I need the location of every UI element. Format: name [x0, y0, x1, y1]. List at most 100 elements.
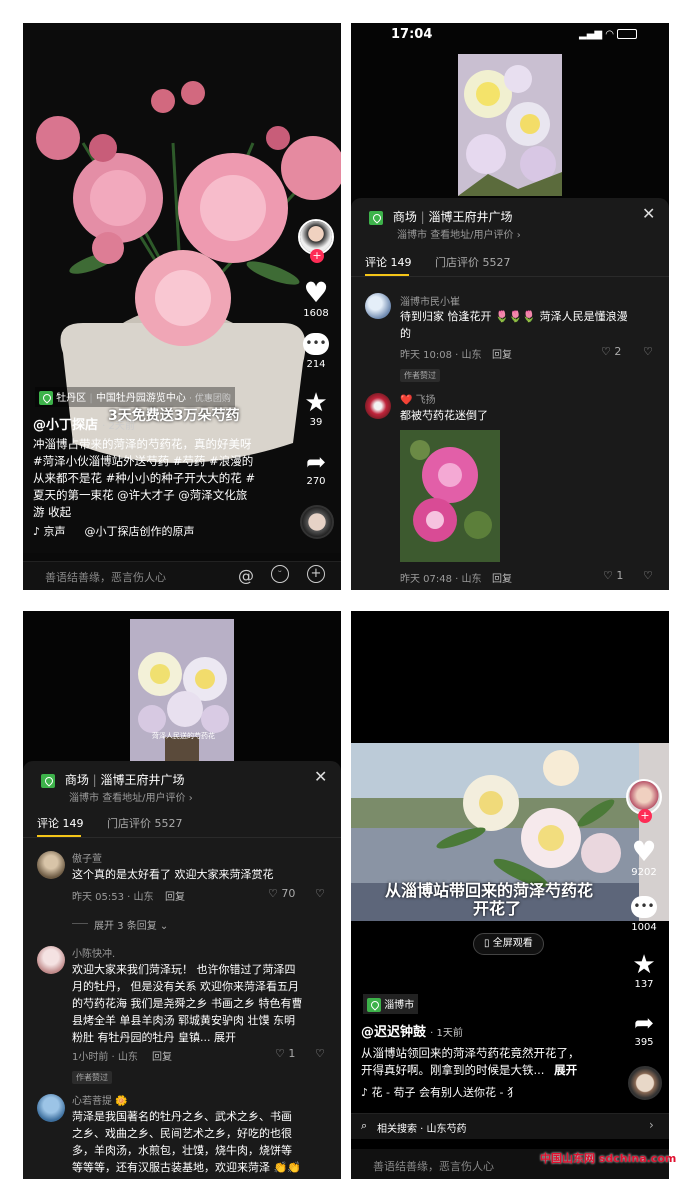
dislike-icon[interactable]: ♡ [315, 887, 325, 900]
tab-store-reviews[interactable]: 门店评价 5527 [435, 254, 511, 270]
close-icon[interactable]: ✕ [314, 767, 327, 786]
like-button[interactable]: ♥ 1608 [296, 276, 336, 320]
share-count: 395 [634, 1037, 654, 1048]
heart-outline-icon: ♡ [275, 1047, 285, 1060]
music-row[interactable]: ♪ 花 - 苟子 会有别人送你花 - 犭 [361, 1084, 518, 1100]
favorite-button[interactable]: ★ 39 [296, 389, 336, 428]
comment-username[interactable]: 心若菩提 🌼 [72, 1092, 128, 1107]
dislike-icon[interactable]: ♡ [643, 569, 653, 582]
shop-link[interactable]: 查看地址/用户评价 › [102, 793, 193, 804]
like-button[interactable]: ♥ 9202 [624, 837, 664, 879]
comment-username[interactable]: 小陈快冲. [72, 945, 115, 960]
shop-sub[interactable]: 淄博市 查看地址/用户评价 › [69, 789, 193, 804]
status-time: 17:04 [391, 27, 433, 42]
comment-button[interactable]: ••• 1004 [624, 896, 664, 933]
share-button[interactable]: ➦ 395 [624, 1009, 664, 1048]
music-row[interactable]: ♪ 京声 @小丁探店创作的原声 [33, 523, 195, 539]
location-pin-icon [41, 773, 55, 788]
comment-avatar[interactable] [37, 946, 65, 974]
video-description-2: 开得真好啊。刚拿到的时候是大铁... 展开 [361, 1063, 578, 1077]
related-search-bar[interactable]: ⌕ 相关搜索 · 山东芍药 › [351, 1113, 669, 1139]
author-liked-badge: 作者赞过 [400, 363, 440, 382]
shop-city: 淄博市 [69, 793, 99, 804]
heart-outline-icon: ♡ [603, 569, 613, 582]
location-row[interactable]: 淄博市 [363, 994, 419, 1014]
close-icon[interactable]: ✕ [642, 204, 655, 223]
follow-plus-icon[interactable]: + [310, 249, 324, 263]
plus-icon[interactable]: + [307, 565, 325, 583]
dislike-icon[interactable]: ♡ [643, 345, 653, 358]
dislike-icon[interactable]: ♡ [315, 1047, 325, 1060]
reply-button[interactable]: 回复 [152, 1048, 172, 1063]
tab-store-reviews[interactable]: 门店评价 5527 [107, 815, 183, 831]
shop-type: 商场 [64, 773, 89, 787]
comment-username[interactable]: 淄博市民小崔 [400, 293, 460, 308]
comment-button[interactable]: ••• 214 [296, 333, 336, 370]
wifi-icon: ◠ [605, 29, 614, 40]
comment-meta: 昨天 07:48 · 山东 [400, 574, 482, 585]
comment-like-button[interactable]: ♡ 70 [268, 887, 295, 900]
fullscreen-button[interactable]: ▯ 全屏观看 [473, 933, 544, 955]
shop-header[interactable]: 商场 | 淄博王府井广场 [369, 208, 513, 225]
star-icon: ★ [304, 388, 328, 418]
battery-icon [617, 29, 638, 39]
share-button[interactable]: ➦ 270 [296, 448, 336, 487]
location-extra: · 优惠团购 [189, 394, 231, 404]
related-search-label[interactable]: 相关搜索 · 山东芍药 [377, 1120, 467, 1135]
at-icon[interactable]: @ [238, 566, 254, 585]
location-pin-icon [369, 210, 383, 225]
comment-text: 都被芍药花迷倒了 [400, 409, 488, 422]
tab-comments[interactable]: 评论 149 [37, 815, 84, 831]
music-note-icon: ♪ [361, 1086, 369, 1099]
music-disc-avatar[interactable] [628, 1066, 662, 1100]
expand-divider [72, 923, 88, 924]
comment-photo[interactable] [400, 430, 500, 562]
comment-input-bar[interactable]: 善语结善缘，恶言伤人心 @ ᵕ + [23, 561, 341, 590]
heart-icon: ♥ [303, 276, 329, 309]
comment-meta: 1小时前 · 山东 [72, 1052, 138, 1063]
comment-avatar[interactable] [365, 393, 391, 419]
comment-like-button[interactable]: ♡ 1 [603, 569, 623, 582]
reply-button[interactable]: 回复 [492, 570, 512, 585]
tab-comments[interactable]: 评论 149 [365, 254, 412, 270]
author-name[interactable]: @小丁探店 [33, 418, 98, 433]
reply-button[interactable]: 回复 [165, 888, 185, 903]
comment-username[interactable]: ❤️ 飞扬 [400, 391, 436, 406]
favorite-button[interactable]: ★ 137 [624, 951, 664, 990]
top-flower-photo[interactable] [458, 54, 562, 196]
expand-replies-button[interactable]: 展开 3 条回复 ⌄ [94, 917, 168, 932]
video-description: 从淄博站领回来的菏泽芍药花竟然开花了， [361, 1046, 580, 1060]
shop-sub[interactable]: 淄博市 查看地址/用户评价 › [397, 226, 521, 241]
comment-text: 这个真的是太好看了 欢迎大家来菏泽赏花 [72, 868, 274, 881]
comment-like-button[interactable]: ♡ 2 [601, 345, 621, 358]
comment-text-line[interactable]: 粉肚 有牡丹园的牡丹 皇镇... 展开 [72, 1029, 303, 1046]
desc-line: 冲淄博占带来的菏泽的芍药花，真的好美呀 [33, 437, 252, 451]
top-flower-photo[interactable]: 菏泽人民送的芍药花 [130, 619, 234, 761]
video-panel-1: 牡丹区 | 中国牡丹园游览中心 · 优惠团购 3天免费送3万朵芍药 @小丁探店 … [23, 23, 341, 590]
shop-header[interactable]: 商场 | 淄博王府井广场 [41, 771, 185, 788]
author-name[interactable]: @迟迟钟鼓 [361, 1025, 426, 1040]
location-pin-icon [39, 391, 53, 405]
comment-count: 214 [306, 359, 326, 370]
comment-username[interactable]: 傲子萱 [72, 850, 102, 865]
comment-input[interactable]: 善语结善缘，恶言伤人心 [45, 569, 166, 585]
comment-input[interactable]: 善语结善缘，恶言伤人心 [373, 1158, 494, 1174]
comment-avatar[interactable] [37, 851, 65, 879]
comment-meta: 昨天 05:53 · 山东 [72, 892, 154, 903]
video-panel-4: 从淄博站带回来的菏泽芍药花 开花了 ▯ 全屏观看 淄博市 @迟迟钟鼓 · 1天前… [351, 611, 669, 1179]
reply-button[interactable]: 回复 [492, 346, 512, 361]
music-disc-avatar[interactable] [300, 505, 334, 539]
share-count: 270 [306, 476, 326, 487]
comment-like-button[interactable]: ♡ 1 [275, 1047, 295, 1060]
comment-meta: 昨天 10:08 · 山东 [400, 350, 482, 361]
video-description: 冲淄博占带来的菏泽的芍药花，真的好美呀 #菏泽小伙淄博站外送芍药 #芍药 #浪漫… [33, 436, 303, 521]
comment-avatar[interactable] [37, 1094, 65, 1122]
follow-plus-icon[interactable]: + [638, 809, 652, 823]
expand-desc-button[interactable]: 展开 [554, 1063, 577, 1077]
emoji-icon[interactable]: ᵕ [271, 565, 289, 583]
desc-line[interactable]: 游 收起 [33, 504, 303, 521]
location-row[interactable]: 牡丹区 | 中国牡丹园游览中心 · 优惠团购 [35, 387, 235, 407]
comment-avatar[interactable] [365, 293, 391, 319]
heart-outline-icon: ♡ [268, 887, 278, 900]
shop-link[interactable]: 查看地址/用户评价 › [430, 230, 521, 241]
